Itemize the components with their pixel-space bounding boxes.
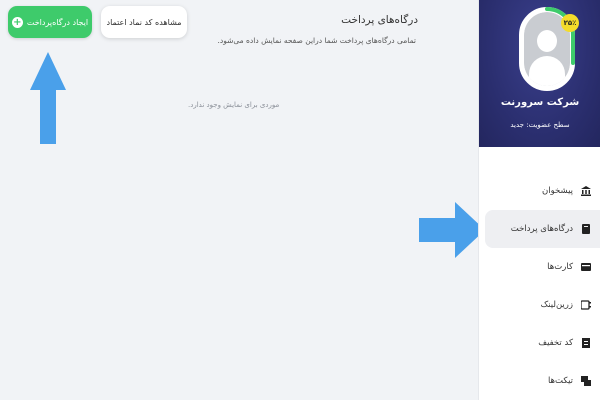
- sidebar-item-label: پیشخوان: [542, 186, 573, 196]
- sidebar-item-zarinlink[interactable]: زرین‌لینک: [479, 286, 600, 324]
- sidebar-item-label: درگاه‌های پرداخت: [510, 224, 573, 234]
- ticket-icon: [581, 376, 591, 386]
- page-title: درگاه‌های پرداخت: [341, 14, 418, 26]
- profile-card: ۲۵٪ شرکت سرورنت سطح عضویت: جدید: [479, 0, 600, 147]
- sidebar-nav: پیشخوان درگاه‌های پرداخت کارت‌ها زرین‌لی…: [479, 172, 600, 400]
- discount-icon: [582, 338, 590, 348]
- empty-state-text: موردی برای نمایش وجود ندارد.: [188, 101, 280, 109]
- sidebar-item-label: زرین‌لینک: [540, 300, 573, 310]
- gateway-icon: [582, 224, 590, 234]
- sidebar: ۲۵٪ شرکت سرورنت سطح عضویت: جدید پیشخوان …: [478, 0, 600, 400]
- sidebar-item-tickets[interactable]: تیکت‌ها: [479, 362, 600, 400]
- plus-icon: +: [11, 16, 23, 28]
- view-trust-badge-label: مشاهده کد نماد اعتماد: [106, 17, 182, 27]
- arrow-up-icon: [30, 52, 66, 144]
- sidebar-item-label: کد تخفیف: [538, 338, 573, 348]
- sidebar-item-label: تیکت‌ها: [547, 376, 573, 386]
- main-content: ایجاد درگاه‌پرداخت + مشاهده کد نماد اعتم…: [0, 0, 478, 400]
- progress-badge: ۲۵٪: [561, 14, 579, 32]
- sidebar-item-dashboard[interactable]: پیشخوان: [479, 172, 600, 210]
- sidebar-item-discount-code[interactable]: کد تخفیف: [479, 324, 600, 362]
- page-subtitle: تمامی درگاه‌های پرداخت شما دراین صفحه نم…: [217, 36, 416, 45]
- membership-level: سطح عضویت: جدید: [510, 121, 570, 129]
- view-trust-badge-button[interactable]: مشاهده کد نماد اعتماد: [101, 6, 187, 38]
- create-gateway-label: ایجاد درگاه‌پرداخت: [26, 17, 89, 27]
- cards-icon: [581, 263, 591, 271]
- sidebar-item-payment-gateways[interactable]: درگاه‌های پرداخت: [485, 210, 600, 248]
- company-name: شرکت سرورنت: [500, 97, 580, 108]
- link-icon: [581, 300, 591, 310]
- sidebar-item-cards[interactable]: کارت‌ها: [479, 248, 600, 286]
- sidebar-item-label: کارت‌ها: [547, 262, 573, 272]
- bank-icon: [581, 186, 591, 196]
- arrow-right-icon: [419, 202, 485, 258]
- create-gateway-button[interactable]: ایجاد درگاه‌پرداخت +: [8, 6, 92, 38]
